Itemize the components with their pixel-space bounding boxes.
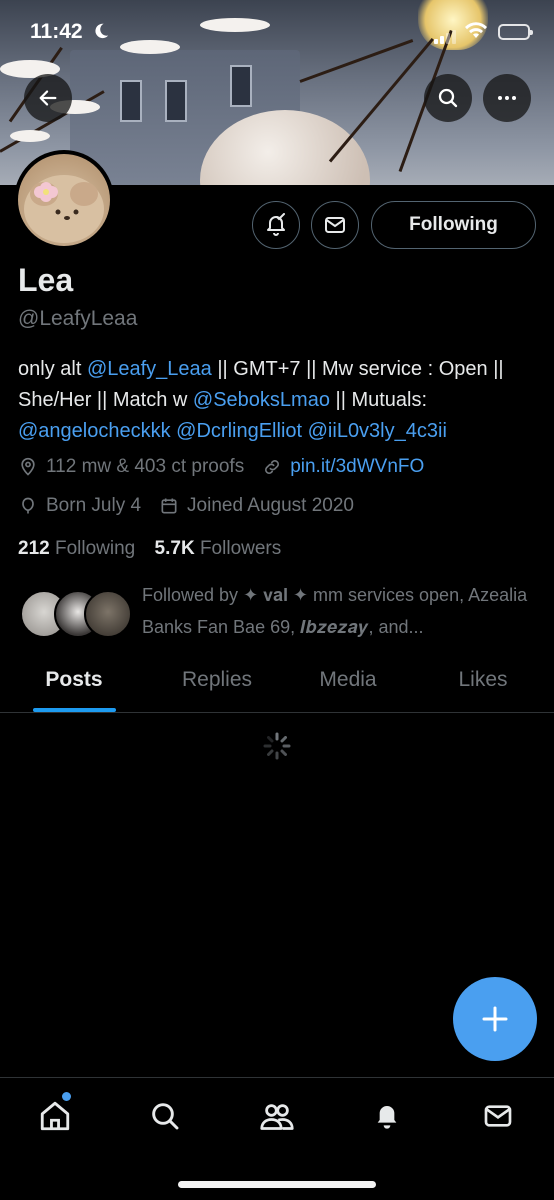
envelope-icon [325, 217, 345, 233]
wifi-icon [465, 22, 487, 38]
avatar-illustration [24, 175, 104, 243]
follow-counts: 212 Following 5.7K Followers [18, 538, 281, 560]
location-text: 112 mw & 403 ct proofs [46, 456, 245, 477]
status-time: 11:42 [30, 20, 83, 43]
communities-icon [260, 1104, 294, 1130]
envelope-icon [484, 1105, 512, 1127]
nav-messages[interactable] [478, 1096, 518, 1136]
loading-spinner-icon [263, 732, 291, 760]
message-button[interactable] [311, 201, 359, 249]
tab-media[interactable]: Media [319, 668, 376, 692]
profile-meta-row: Born July 4 Joined August 2020 [18, 495, 354, 517]
arrow-left-icon [39, 90, 57, 106]
mention-link[interactable]: @Leafy_Leaa [87, 358, 212, 380]
home-indicator [178, 1181, 376, 1188]
balloon-icon [22, 497, 34, 514]
website-link[interactable]: pin.it/3dWVnFO [290, 456, 424, 478]
mention-link[interactable]: @SeboksLmao [193, 389, 330, 411]
display-name: Lea [18, 262, 74, 298]
home-icon [40, 1101, 70, 1131]
profile-meta-row: 112 mw & 403 ct proofs pin.it/3dWVnFO [18, 456, 424, 478]
nav-notifications[interactable] [367, 1096, 407, 1136]
avatar-image [18, 154, 110, 246]
mention-link[interactable]: @DcrlingElliot [176, 420, 302, 442]
following-button[interactable]: Following [371, 201, 536, 249]
moon-icon [95, 23, 109, 39]
search-icon [152, 1103, 179, 1130]
tab-replies[interactable]: Replies [182, 668, 252, 692]
nav-communities[interactable] [257, 1096, 297, 1136]
more-button[interactable] [483, 74, 531, 122]
nav-home[interactable] [35, 1096, 75, 1136]
search-button[interactable] [424, 74, 472, 122]
user-handle: @LeafyLeaa [18, 307, 138, 330]
birthday-text: Born July 4 [46, 495, 142, 516]
tab-indicator [33, 708, 116, 712]
calendar-icon [161, 498, 177, 514]
joined-text: Joined August 2020 [187, 495, 354, 516]
signal-icon [434, 26, 458, 44]
nav-search[interactable] [145, 1096, 185, 1136]
tab-posts[interactable]: Posts [45, 668, 102, 692]
notification-dot [62, 1092, 71, 1101]
banner-window [165, 80, 187, 122]
notify-button[interactable] [252, 201, 300, 249]
avatar[interactable] [14, 150, 114, 250]
status-bar: 11:42 [0, 0, 554, 64]
link-icon [265, 460, 280, 474]
bell-icon [377, 1106, 397, 1129]
compose-button[interactable] [453, 977, 537, 1061]
back-button[interactable] [24, 74, 72, 122]
profile-tabs: Posts Replies Media Likes [0, 660, 554, 713]
more-icon [498, 96, 516, 100]
plus-icon [482, 1006, 508, 1032]
search-icon [438, 88, 458, 108]
location-pin-icon [21, 457, 35, 476]
following-count-link[interactable]: 212 Following [18, 538, 135, 559]
tab-likes[interactable]: Likes [458, 668, 507, 692]
mention-link[interactable]: @iiL0v3ly_4c3ii [308, 420, 447, 442]
battery-icon [498, 24, 533, 40]
followed-by-text[interactable]: Followed by ✦ 𝐯𝐚𝐥 ✦ mm services open, Az… [142, 579, 532, 643]
mention-link[interactable]: @angelocheckkk [18, 420, 171, 442]
followers-count-link[interactable]: 5.7K Followers [155, 538, 282, 559]
bell-check-icon [267, 213, 285, 236]
follower-avatar[interactable] [84, 590, 132, 638]
profile-bio: only alt @Leafy_Leaa || GMT+7 || Mw serv… [18, 358, 504, 442]
banner-window [230, 65, 252, 107]
banner-window [120, 80, 142, 122]
